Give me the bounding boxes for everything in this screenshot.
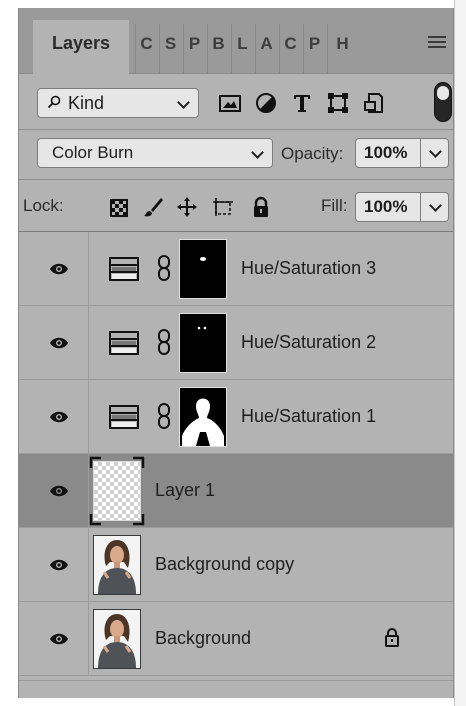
- hue-saturation-adjustment-icon: [109, 331, 139, 355]
- fill-dropdown[interactable]: [421, 192, 449, 222]
- opacity-input[interactable]: 100%: [355, 138, 421, 168]
- lock-position-move-icon[interactable]: [177, 196, 197, 218]
- layer-mask-thumbnail[interactable]: [179, 239, 227, 299]
- lock-label: Lock:: [23, 196, 64, 215]
- filter-kind-label: Kind: [68, 93, 105, 113]
- layer-name[interactable]: Hue/Saturation 2: [241, 332, 376, 353]
- layer-name[interactable]: Layer 1: [155, 480, 215, 501]
- layer-row[interactable]: Background copy: [19, 528, 453, 602]
- lock-all-icon[interactable]: [251, 196, 271, 218]
- opacity-dropdown[interactable]: [421, 138, 449, 168]
- smart-object-filter-icon[interactable]: [361, 90, 387, 116]
- blend-mode-value: Color Burn: [52, 143, 134, 162]
- lock-image-pixels-brush-icon[interactable]: [143, 196, 163, 218]
- layer-photo-thumbnail[interactable]: [93, 609, 141, 669]
- image-filter-icon[interactable]: [217, 90, 243, 116]
- visibility-toggle[interactable]: [19, 232, 89, 305]
- visibility-toggle[interactable]: [19, 454, 89, 527]
- tab-paths[interactable]: P: [183, 24, 205, 74]
- visibility-toggle[interactable]: [19, 528, 89, 601]
- visibility-toggle[interactable]: [19, 380, 89, 453]
- tab-color[interactable]: C: [279, 24, 301, 74]
- layer-mask-thumbnail[interactable]: [179, 387, 227, 447]
- filter-toggle-switch[interactable]: [434, 82, 452, 122]
- tab-brushes[interactable]: B: [207, 24, 229, 74]
- hue-saturation-adjustment-icon: [109, 257, 139, 281]
- opacity-label: Opacity:: [281, 144, 344, 163]
- link-chain-icon[interactable]: [157, 254, 171, 282]
- layer-row[interactable]: Background: [19, 602, 453, 676]
- type-filter-icon[interactable]: [289, 90, 315, 116]
- eye-icon: [50, 559, 68, 571]
- tab-libraries[interactable]: L: [231, 24, 253, 74]
- tab-layers[interactable]: Layers: [33, 20, 129, 74]
- layers-panel: Layers C S P B L A C P H Kind Color Burn…: [18, 8, 454, 698]
- selection-corners: [89, 456, 145, 526]
- tab-channels[interactable]: C: [135, 24, 157, 74]
- hue-saturation-adjustment-icon: [109, 405, 139, 429]
- eye-icon: [50, 411, 68, 423]
- chevron-down-icon: [429, 199, 442, 212]
- lock-transparent-pixels-icon[interactable]: [109, 196, 129, 218]
- blend-mode-select[interactable]: Color Burn: [37, 138, 273, 168]
- tab-styles[interactable]: S: [159, 24, 181, 74]
- blend-mode-row: Color Burn Opacity: 100%: [19, 130, 453, 180]
- lock-artboard-icon[interactable]: [211, 196, 235, 218]
- layer-row[interactable]: Hue/Saturation 2: [19, 306, 453, 380]
- eye-icon: [50, 337, 68, 349]
- lock-icon[interactable]: [383, 626, 401, 648]
- tab-adjustments[interactable]: A: [255, 24, 277, 74]
- layer-row[interactable]: Hue/Saturation 1: [19, 380, 453, 454]
- eye-icon: [50, 485, 68, 497]
- layers-empty-area: [19, 680, 453, 698]
- layer-name[interactable]: Hue/Saturation 3: [241, 258, 376, 279]
- eye-icon: [50, 633, 68, 645]
- link-chain-icon[interactable]: [157, 402, 171, 430]
- adjustment-filter-icon[interactable]: [253, 90, 279, 116]
- layer-row-selected[interactable]: Layer 1: [19, 454, 453, 528]
- filter-kind-select[interactable]: Kind: [37, 88, 199, 118]
- panel-menu-icon[interactable]: [428, 36, 446, 50]
- tab-history[interactable]: H: [327, 24, 357, 74]
- layer-name[interactable]: Background copy: [155, 554, 294, 575]
- lock-row: Lock: Fill: 100%: [19, 180, 453, 232]
- link-chain-icon[interactable]: [157, 328, 171, 356]
- fill-label: Fill:: [321, 196, 348, 215]
- chevron-down-icon: [177, 96, 190, 109]
- tab-properties[interactable]: P: [303, 24, 325, 74]
- eye-icon: [50, 263, 68, 275]
- layer-name[interactable]: Background: [155, 628, 251, 649]
- fill-input[interactable]: 100%: [355, 192, 421, 222]
- layer-name[interactable]: Hue/Saturation 1: [241, 406, 376, 427]
- layer-mask-thumbnail[interactable]: [179, 313, 227, 373]
- panel-tab-bar: Layers C S P B L A C P H: [19, 8, 453, 74]
- layer-row[interactable]: Hue/Saturation 3: [19, 232, 453, 306]
- layer-filter-row: Kind: [19, 74, 453, 130]
- visibility-toggle[interactable]: [19, 602, 89, 675]
- shape-filter-icon[interactable]: [325, 90, 351, 116]
- search-icon: [47, 95, 61, 109]
- chevron-down-icon: [251, 146, 264, 159]
- right-edge-strip: [454, 0, 466, 706]
- chevron-down-icon: [429, 145, 442, 158]
- visibility-toggle[interactable]: [19, 306, 89, 379]
- layer-photo-thumbnail[interactable]: [93, 535, 141, 595]
